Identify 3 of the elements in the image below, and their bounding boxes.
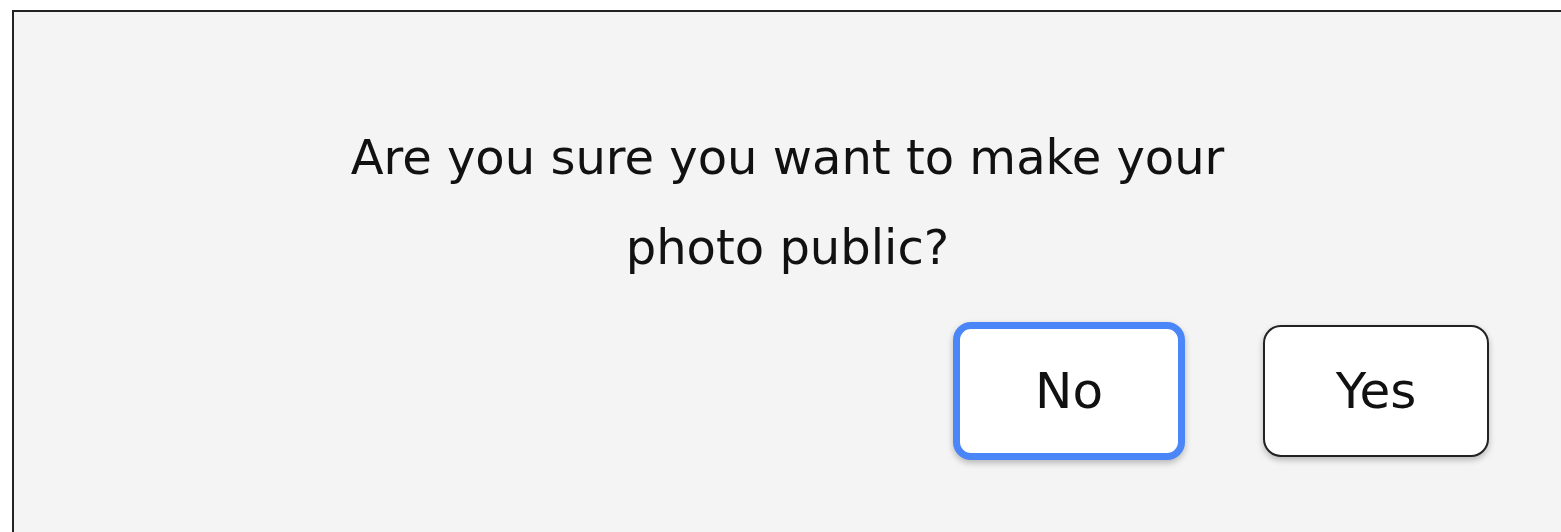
dialog-button[interactable]: Yes — [1263, 325, 1489, 457]
dialog-button[interactable]: No — [953, 322, 1185, 460]
dialog-message: Are you sure you want to make your photo public? — [349, 128, 1226, 277]
